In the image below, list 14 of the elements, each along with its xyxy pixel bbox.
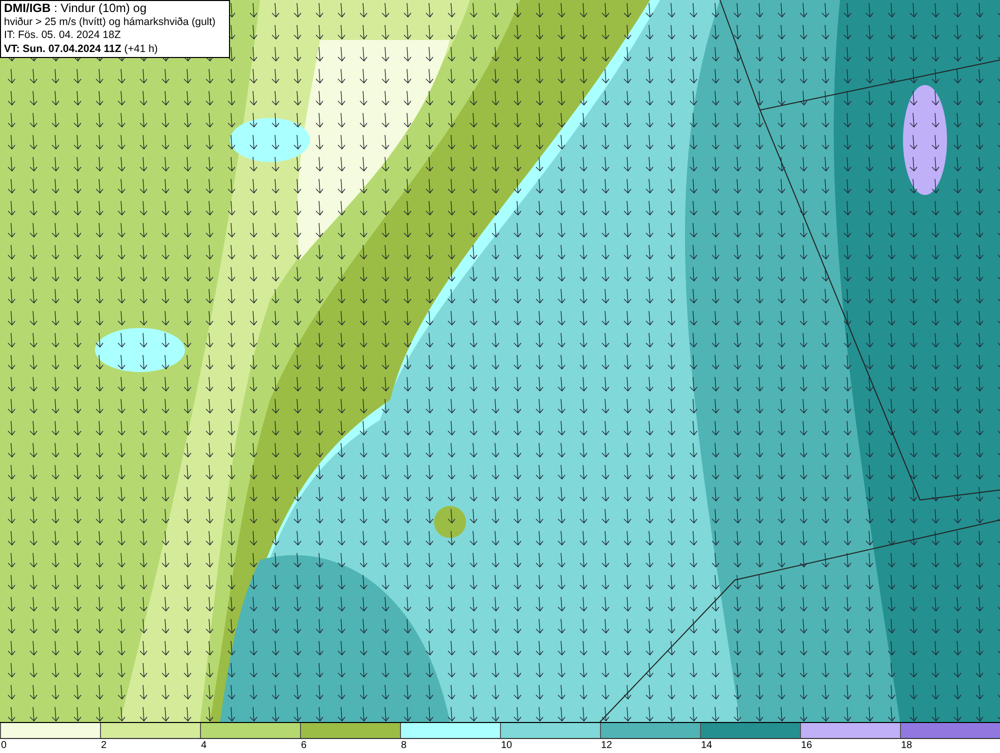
title-line: VT: Sun. 07.04.2024 11Z (+41 h) <box>4 42 159 56</box>
legend-label: 18 <box>901 740 912 751</box>
title-line: hviður > 25 m/s (hvítt) og hámarkshviða (gult) <box>4 16 217 29</box>
title-line: DMI/IGB : Vindur (10m) og <box>4 2 148 16</box>
title-line: IT: Fös. 05. 04. 2024 18Z <box>4 29 122 42</box>
legend-label: 0 <box>1 740 7 751</box>
legend-label: 14 <box>701 740 712 751</box>
legend-label: 16 <box>801 740 812 751</box>
legend-label: 10 <box>501 740 512 751</box>
legend-label: 12 <box>601 740 612 751</box>
legend-label: 4 <box>201 740 207 751</box>
legend-label: 8 <box>401 740 407 751</box>
legend-label: 6 <box>301 740 307 751</box>
legend-label: 2 <box>101 740 107 751</box>
